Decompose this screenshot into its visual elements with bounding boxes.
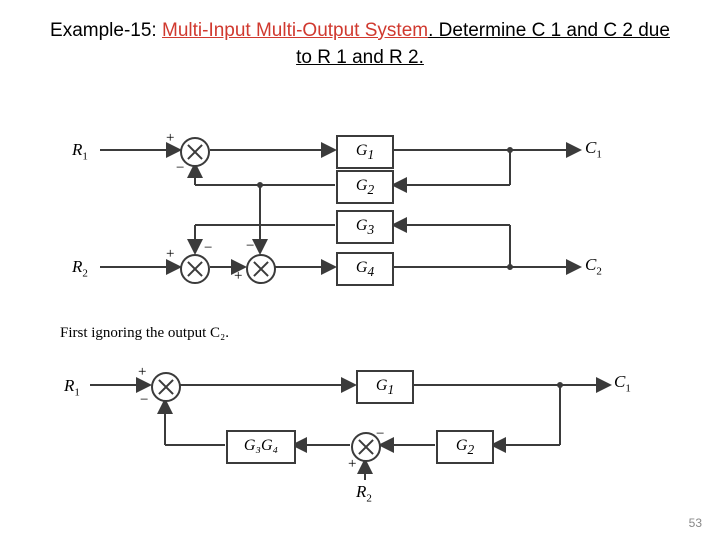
summing-junction-1 [180,137,210,167]
label-R1-bottom: R1 [64,376,80,398]
sign-plus-s3: + [234,268,242,285]
block-G2-top: G2 [336,170,394,204]
label-C1-top: C1 [585,138,602,160]
block-G4-top: G4 [336,252,394,286]
label-C2-top: C2 [585,255,602,277]
block-G1-bottom: G1 [356,370,414,404]
block-G3G4-bottom: G₃G₄ [226,430,296,464]
slide-title: Example-15: Multi-Input Multi-Output Sys… [0,0,720,71]
sign-minus-s3: − [246,238,254,255]
note-text: First ignoring the output C₂. [60,325,229,342]
label-R2-bottom: R2 [356,482,372,504]
label-R2-top: R2 [72,257,88,279]
sign-plus-b1: + [138,364,146,381]
block-G1-top: G1 [336,135,394,169]
sign-minus-s1: − [176,160,184,177]
sign-minus-b2: − [376,426,384,443]
page-number: 53 [689,516,702,530]
sign-plus-s1: + [166,130,174,147]
sign-minus-b1: − [140,392,148,409]
label-C1-bottom: C1 [614,372,631,394]
summing-junction-2 [180,254,210,284]
block-G2-bottom: G2 [436,430,494,464]
label-R1-top: R1 [72,140,88,162]
summing-junction-b1 [151,372,181,402]
sign-plus-b2: + [348,456,356,473]
sign-plus-s2a: + [166,246,174,263]
sign-minus-s2a: − [204,240,212,257]
summing-junction-3 [246,254,276,284]
diagram-area: R1 R2 C1 C2 + − + − + − G1 G2 G3 G4 Firs… [60,130,660,510]
block-G3-top: G3 [336,210,394,244]
